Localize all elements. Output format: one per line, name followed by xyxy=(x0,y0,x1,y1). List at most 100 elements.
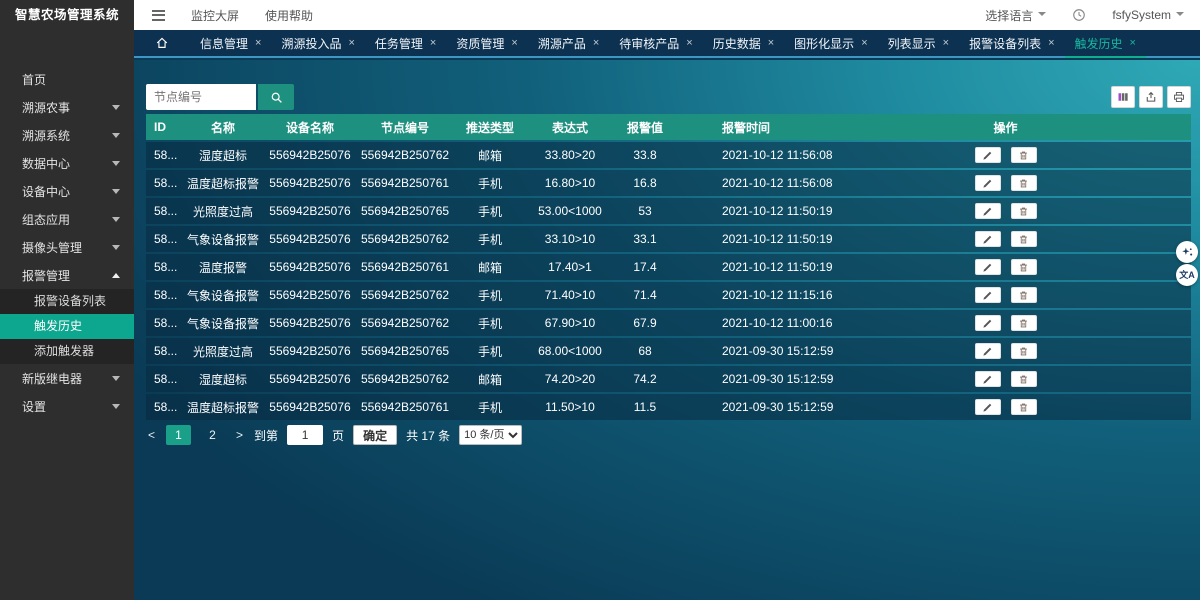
page-button[interactable]: 2 xyxy=(200,425,225,445)
tab-close-icon[interactable]: × xyxy=(348,37,354,49)
sidebar-item[interactable]: 新版继电器 xyxy=(0,364,134,392)
cell-operations xyxy=(870,142,1191,168)
edit-button[interactable] xyxy=(975,315,1001,331)
tab-close-icon[interactable]: × xyxy=(511,37,517,49)
sidebar-item-label: 新版继电器 xyxy=(22,370,82,387)
language-selector[interactable]: 选择语言 xyxy=(985,7,1046,24)
delete-button[interactable] xyxy=(1011,259,1037,275)
delete-button[interactable] xyxy=(1011,371,1037,387)
tab-item[interactable]: 待审核产品× xyxy=(609,30,702,56)
sidebar-item[interactable]: 报警管理 xyxy=(0,261,134,289)
edit-button[interactable] xyxy=(975,259,1001,275)
edit-button[interactable] xyxy=(975,203,1001,219)
delete-button[interactable] xyxy=(1011,343,1037,359)
tab-close-icon[interactable]: × xyxy=(1130,37,1136,49)
sidebar-item[interactable]: 组态应用 xyxy=(0,205,134,233)
topbar-link-monitor[interactable]: 监控大屏 xyxy=(191,7,239,24)
tab-close-icon[interactable]: × xyxy=(593,37,599,49)
collapse-sidebar-icon[interactable] xyxy=(152,10,165,21)
cell-alarm-time: 2021-10-12 11:50:19 xyxy=(680,226,870,252)
tab-item[interactable]: 报警设备列表× xyxy=(959,30,1064,56)
edit-button[interactable] xyxy=(975,147,1001,163)
sidebar-item[interactable]: 溯源农事 xyxy=(0,93,134,121)
sidebar-item[interactable]: 摄像头管理 xyxy=(0,233,134,261)
sidebar-submenu-item[interactable]: 报警设备列表 xyxy=(0,289,134,314)
table-body: 58...湿度超标556942B25076556942B250762邮箱33.8… xyxy=(146,142,1191,420)
tab-home[interactable] xyxy=(134,30,190,56)
sidebar-item-label: 设备中心 xyxy=(22,183,70,200)
sidebar-item[interactable]: 溯源系统 xyxy=(0,121,134,149)
sidebar-submenu-item[interactable]: 触发历史 xyxy=(0,314,134,339)
sidebar: 智慧农场管理系统 首页溯源农事溯源系统数据中心设备中心组态应用摄像头管理报警管理… xyxy=(0,0,134,600)
page-size-select[interactable]: 10 条/页 xyxy=(459,425,522,445)
clock-icon[interactable] xyxy=(1072,8,1086,22)
prev-page-button[interactable]: < xyxy=(146,428,157,442)
sidebar-item[interactable]: 设备中心 xyxy=(0,177,134,205)
edit-button[interactable] xyxy=(975,343,1001,359)
translate-button[interactable]: 文A xyxy=(1176,264,1198,286)
tab-item[interactable]: 资质管理× xyxy=(446,30,527,56)
cell-name: 气象设备报警 xyxy=(186,310,260,336)
edit-button[interactable] xyxy=(975,175,1001,191)
goto-page-input[interactable] xyxy=(287,425,323,445)
cell-push-type: 手机 xyxy=(450,394,530,420)
edit-icon xyxy=(982,402,993,413)
tab-item[interactable]: 列表显示× xyxy=(878,30,959,56)
cell-id: 58... xyxy=(146,282,186,308)
ai-assistant-button[interactable] xyxy=(1176,241,1198,263)
tab-close-icon[interactable]: × xyxy=(255,37,261,49)
filter-columns-button[interactable] xyxy=(1111,86,1135,108)
delete-button[interactable] xyxy=(1011,147,1037,163)
delete-button[interactable] xyxy=(1011,231,1037,247)
tab-item[interactable]: 溯源投入品× xyxy=(271,30,364,56)
tab-item[interactable]: 历史数据× xyxy=(703,30,784,56)
edit-button[interactable] xyxy=(975,231,1001,247)
tab-close-icon[interactable]: × xyxy=(430,37,436,49)
search-button[interactable] xyxy=(258,84,294,110)
delete-button[interactable] xyxy=(1011,175,1037,191)
delete-button[interactable] xyxy=(1011,315,1037,331)
column-header[interactable]: ID xyxy=(146,114,186,140)
sort-icon[interactable] xyxy=(170,121,176,134)
page-button[interactable]: 1 xyxy=(166,425,191,445)
tab-close-icon[interactable]: × xyxy=(943,37,949,49)
cell-operations xyxy=(870,226,1191,252)
topbar-link-help[interactable]: 使用帮助 xyxy=(265,7,313,24)
cell-push-type: 邮箱 xyxy=(450,254,530,280)
print-button[interactable] xyxy=(1167,86,1191,108)
table-row: 58...湿度超标556942B25076556942B250762邮箱33.8… xyxy=(146,142,1191,168)
tab-close-icon[interactable]: × xyxy=(768,37,774,49)
delete-button[interactable] xyxy=(1011,203,1037,219)
export-button[interactable] xyxy=(1139,86,1163,108)
sidebar-item[interactable]: 设置 xyxy=(0,392,134,420)
delete-button[interactable] xyxy=(1011,399,1037,415)
tab-close-icon[interactable]: × xyxy=(1048,37,1054,49)
cell-node-id: 556942B250762 xyxy=(360,310,450,336)
tab-item[interactable]: 溯源产品× xyxy=(528,30,609,56)
next-page-button[interactable]: > xyxy=(234,428,245,442)
goto-confirm-button[interactable]: 确定 xyxy=(353,425,397,445)
table-row: 58...气象设备报警556942B25076556942B250762手机67… xyxy=(146,310,1191,336)
edit-button[interactable] xyxy=(975,371,1001,387)
tab-item[interactable]: 图形化显示× xyxy=(784,30,877,56)
tab-label: 任务管理 xyxy=(375,35,423,52)
sidebar-item[interactable]: 首页 xyxy=(0,65,134,93)
cell-expression: 17.40>1 xyxy=(530,254,610,280)
edit-button[interactable] xyxy=(975,399,1001,415)
tab-item[interactable]: 任务管理 × xyxy=(365,30,446,56)
sidebar-submenu-item[interactable]: 添加触发器 xyxy=(0,339,134,364)
tab-item[interactable]: 信息管理× xyxy=(190,30,271,56)
column-header: 表达式 xyxy=(530,114,610,140)
user-menu[interactable]: fsfySystem xyxy=(1112,8,1184,22)
sidebar-item[interactable]: 数据中心 xyxy=(0,149,134,177)
tab-item[interactable]: 触发历史× xyxy=(1065,30,1146,56)
delete-icon xyxy=(1018,262,1029,273)
table-row: 58...温度超标报警556942B25076556942B250761手机16… xyxy=(146,170,1191,196)
search-input[interactable] xyxy=(146,84,256,110)
edit-button[interactable] xyxy=(975,287,1001,303)
tab-close-icon[interactable]: × xyxy=(686,37,692,49)
cell-device-name: 556942B25076 xyxy=(260,226,360,252)
tab-close-icon[interactable]: × xyxy=(861,37,867,49)
cell-expression: 33.10>10 xyxy=(530,226,610,252)
delete-button[interactable] xyxy=(1011,287,1037,303)
